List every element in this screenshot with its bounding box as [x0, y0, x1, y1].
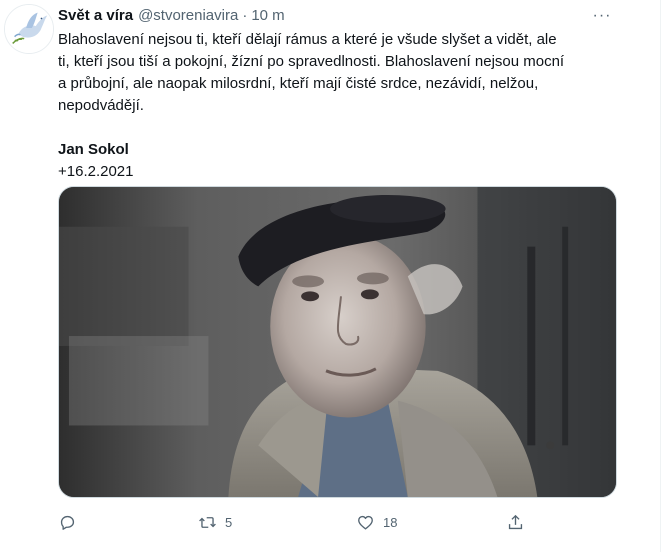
- portrait-photo: [59, 187, 616, 497]
- separator-dot: ·: [242, 7, 248, 24]
- signature-date: +16.2.2021: [58, 163, 134, 180]
- share-button[interactable]: [506, 510, 525, 534]
- tweet[interactable]: Svět a víra @stvoreniavira · 10 m ··· Bl…: [0, 0, 661, 552]
- tweet-text-line: a průbojní, ale naopak milosrdní, kteří …: [58, 75, 539, 92]
- author-handle[interactable]: @stvoreniavira: [138, 6, 238, 26]
- tweet-text: Blahoslavení nejsou ti, kteří dělají rám…: [58, 29, 623, 183]
- heart-icon: [358, 515, 373, 530]
- retweet-icon: [199, 516, 216, 528]
- more-icon: ···: [592, 7, 612, 24]
- author-display-name[interactable]: Svět a víra: [58, 6, 133, 26]
- tweet-timestamp[interactable]: 10 m: [251, 6, 284, 26]
- reply-button[interactable]: [58, 510, 77, 534]
- retweet-button[interactable]: 5: [198, 510, 232, 534]
- like-count: 18: [383, 514, 398, 530]
- like-button[interactable]: 18: [356, 510, 397, 534]
- tweet-actions: 5 18: [58, 510, 528, 534]
- tweet-text-line: ti, kteří jsou tiší a pokojní, žízní po …: [58, 53, 565, 70]
- dove-icon: [5, 5, 53, 53]
- tweet-header: Svět a víra @stvoreniavira · 10 m: [58, 6, 285, 26]
- tweet-text-line: nepodvádějí.: [58, 97, 144, 114]
- tweet-photo[interactable]: [58, 186, 617, 498]
- more-options-button[interactable]: ···: [592, 6, 612, 26]
- avatar[interactable]: [4, 4, 54, 54]
- signature-name: Jan Sokol: [58, 141, 129, 158]
- share-icon: [508, 514, 523, 529]
- retweet-count: 5: [225, 514, 233, 530]
- reply-icon: [60, 515, 75, 530]
- tweet-text-line: Blahoslavení nejsou ti, kteří dělají rám…: [58, 31, 557, 48]
